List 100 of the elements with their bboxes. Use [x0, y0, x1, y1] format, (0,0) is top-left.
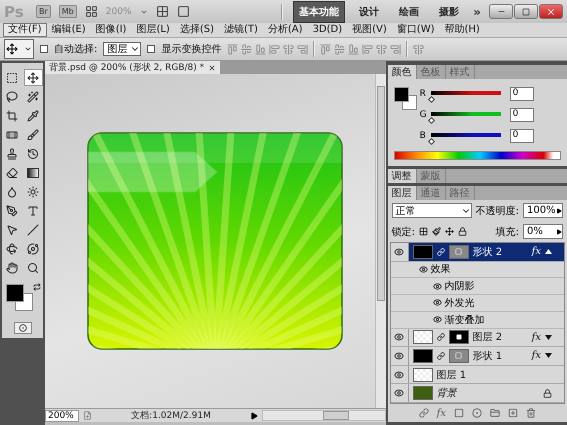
blend-mode-select[interactable]: 正常 — [392, 203, 472, 218]
document-tab[interactable]: 背景.psd @ 200% (形状 2, RGB/8) * — [45, 61, 220, 74]
quick-mask-button[interactable] — [14, 322, 32, 334]
effects-label[interactable]: fx — [532, 350, 541, 362]
menu-item[interactable]: 滤镜(T) — [218, 23, 263, 37]
distribute-icon[interactable] — [320, 44, 332, 54]
vertical-scrollbar[interactable] — [374, 74, 386, 408]
align-icon[interactable] — [269, 44, 280, 54]
channel-value-field[interactable]: 0 — [510, 108, 534, 122]
close-icon[interactable] — [208, 64, 216, 72]
more-button[interactable]: » — [473, 4, 481, 18]
color-spectrum[interactable] — [394, 151, 561, 160]
workspace-button[interactable]: 基本功能 — [293, 0, 346, 22]
distribute-icon[interactable] — [348, 44, 360, 54]
eye-icon[interactable] — [418, 264, 428, 274]
lock-pixels-icon[interactable] — [432, 227, 441, 236]
channel-slider[interactable] — [430, 112, 501, 116]
tool-preset-picker[interactable] — [4, 39, 34, 59]
distribute-icon[interactable] — [376, 44, 388, 54]
tool-button[interactable] — [24, 69, 42, 86]
collapse-icon[interactable] — [545, 249, 552, 254]
menu-item[interactable]: 帮助(H) — [440, 23, 485, 37]
distribute-icon[interactable] — [390, 44, 402, 54]
menu-item[interactable]: 文件(F) — [3, 23, 47, 37]
app-button[interactable]: Br — [36, 5, 51, 18]
align-icon[interactable] — [283, 44, 294, 54]
view-icon[interactable] — [84, 5, 98, 18]
maximize-button[interactable] — [514, 4, 538, 19]
eye-icon[interactable] — [394, 246, 404, 257]
mask-icon[interactable] — [454, 408, 464, 418]
layer-row[interactable]: 形状 2 fx — [390, 243, 564, 262]
color-swatches-icon[interactable] — [6, 284, 32, 311]
new-layer-icon[interactable] — [508, 408, 518, 418]
eye-icon[interactable] — [432, 315, 442, 324]
channel-value-field[interactable]: 0 — [510, 87, 534, 101]
menu-item[interactable]: 3D(D) — [308, 23, 348, 37]
link-icon[interactable] — [418, 408, 429, 418]
distribute-icon[interactable] — [334, 44, 346, 54]
fill-field[interactable]: 0% — [523, 224, 563, 239]
channel-value-field[interactable]: 0 — [510, 129, 534, 143]
slider-thumb[interactable] — [428, 138, 435, 146]
distribute-icon[interactable] — [362, 44, 374, 54]
expand-icon[interactable] — [545, 353, 552, 358]
opacity-field[interactable]: 100% — [523, 203, 563, 218]
zoom-field[interactable]: 200% — [45, 410, 79, 422]
workspace-button[interactable]: 设计 — [353, 0, 386, 22]
align-icon[interactable] — [297, 44, 308, 54]
menu-item[interactable]: 分析(A) — [262, 23, 308, 37]
menu-item[interactable]: 图像(I) — [90, 23, 132, 37]
eye-icon[interactable] — [394, 350, 404, 361]
eye-icon[interactable] — [394, 388, 404, 398]
eye-icon[interactable] — [394, 332, 404, 342]
menu-item[interactable]: 编辑(E) — [46, 23, 91, 37]
lock-all-icon[interactable] — [458, 227, 467, 236]
effects-label[interactable]: fx — [532, 246, 541, 258]
screen-mode-icon[interactable] — [176, 5, 190, 18]
menu-item[interactable]: 选择(S) — [174, 23, 219, 37]
eye-icon[interactable] — [394, 370, 404, 380]
slider-thumb[interactable] — [428, 116, 435, 124]
lock-transparency-icon[interactable] — [419, 227, 428, 236]
swap-icon[interactable] — [32, 283, 40, 291]
channel-slider[interactable] — [430, 133, 501, 137]
minimize-button[interactable] — [489, 4, 513, 19]
close-button[interactable] — [539, 4, 563, 19]
app-button[interactable]: Mb — [58, 5, 77, 18]
effect-row[interactable]: 内阴影 — [390, 278, 564, 296]
layer-row[interactable]: 图层 1 — [390, 366, 564, 384]
horizontal-scrollbar[interactable] — [262, 410, 386, 421]
target-select[interactable]: 图层 — [103, 42, 142, 56]
panel-tab[interactable]: 颜色 — [388, 65, 417, 79]
layer-row[interactable]: 形状 1 fx — [390, 347, 564, 366]
arrange-icon[interactable] — [156, 5, 168, 18]
checkbox[interactable] — [147, 45, 156, 53]
expand-icon[interactable] — [545, 334, 552, 340]
panel-tab[interactable]: 图层 — [388, 186, 417, 200]
folder-icon[interactable] — [490, 408, 500, 418]
effects-label[interactable]: fx — [532, 332, 541, 343]
eye-icon[interactable] — [432, 298, 442, 308]
workspace-button[interactable]: 摄影 — [433, 0, 466, 22]
workspace-button[interactable]: 绘画 — [393, 0, 426, 22]
add-style-button[interactable]: fx — [436, 408, 446, 418]
checkbox[interactable] — [40, 45, 48, 53]
effect-row[interactable]: 效果 — [390, 262, 564, 278]
adjustment-icon[interactable] — [472, 408, 482, 418]
panel-tab[interactable]: 调整 — [388, 169, 417, 183]
auto-align-icon[interactable] — [413, 44, 424, 54]
lock-position-icon[interactable] — [445, 227, 454, 236]
color-swatches-icon[interactable] — [394, 87, 417, 110]
slider-thumb[interactable] — [428, 96, 435, 104]
trash-icon[interactable] — [526, 408, 536, 418]
layer-row[interactable]: 背景 — [390, 384, 564, 403]
layer-row[interactable]: 图层 2 fx — [390, 328, 564, 348]
channel-slider[interactable] — [430, 91, 501, 95]
effect-row[interactable]: 外发光 — [390, 295, 564, 312]
eye-icon[interactable] — [432, 282, 442, 291]
menu-item[interactable]: 窗口(W) — [392, 23, 440, 37]
align-icon[interactable] — [255, 44, 266, 54]
menu-item[interactable]: 图层(L) — [131, 23, 175, 37]
align-icon[interactable] — [241, 44, 252, 54]
align-icon[interactable] — [227, 44, 238, 54]
